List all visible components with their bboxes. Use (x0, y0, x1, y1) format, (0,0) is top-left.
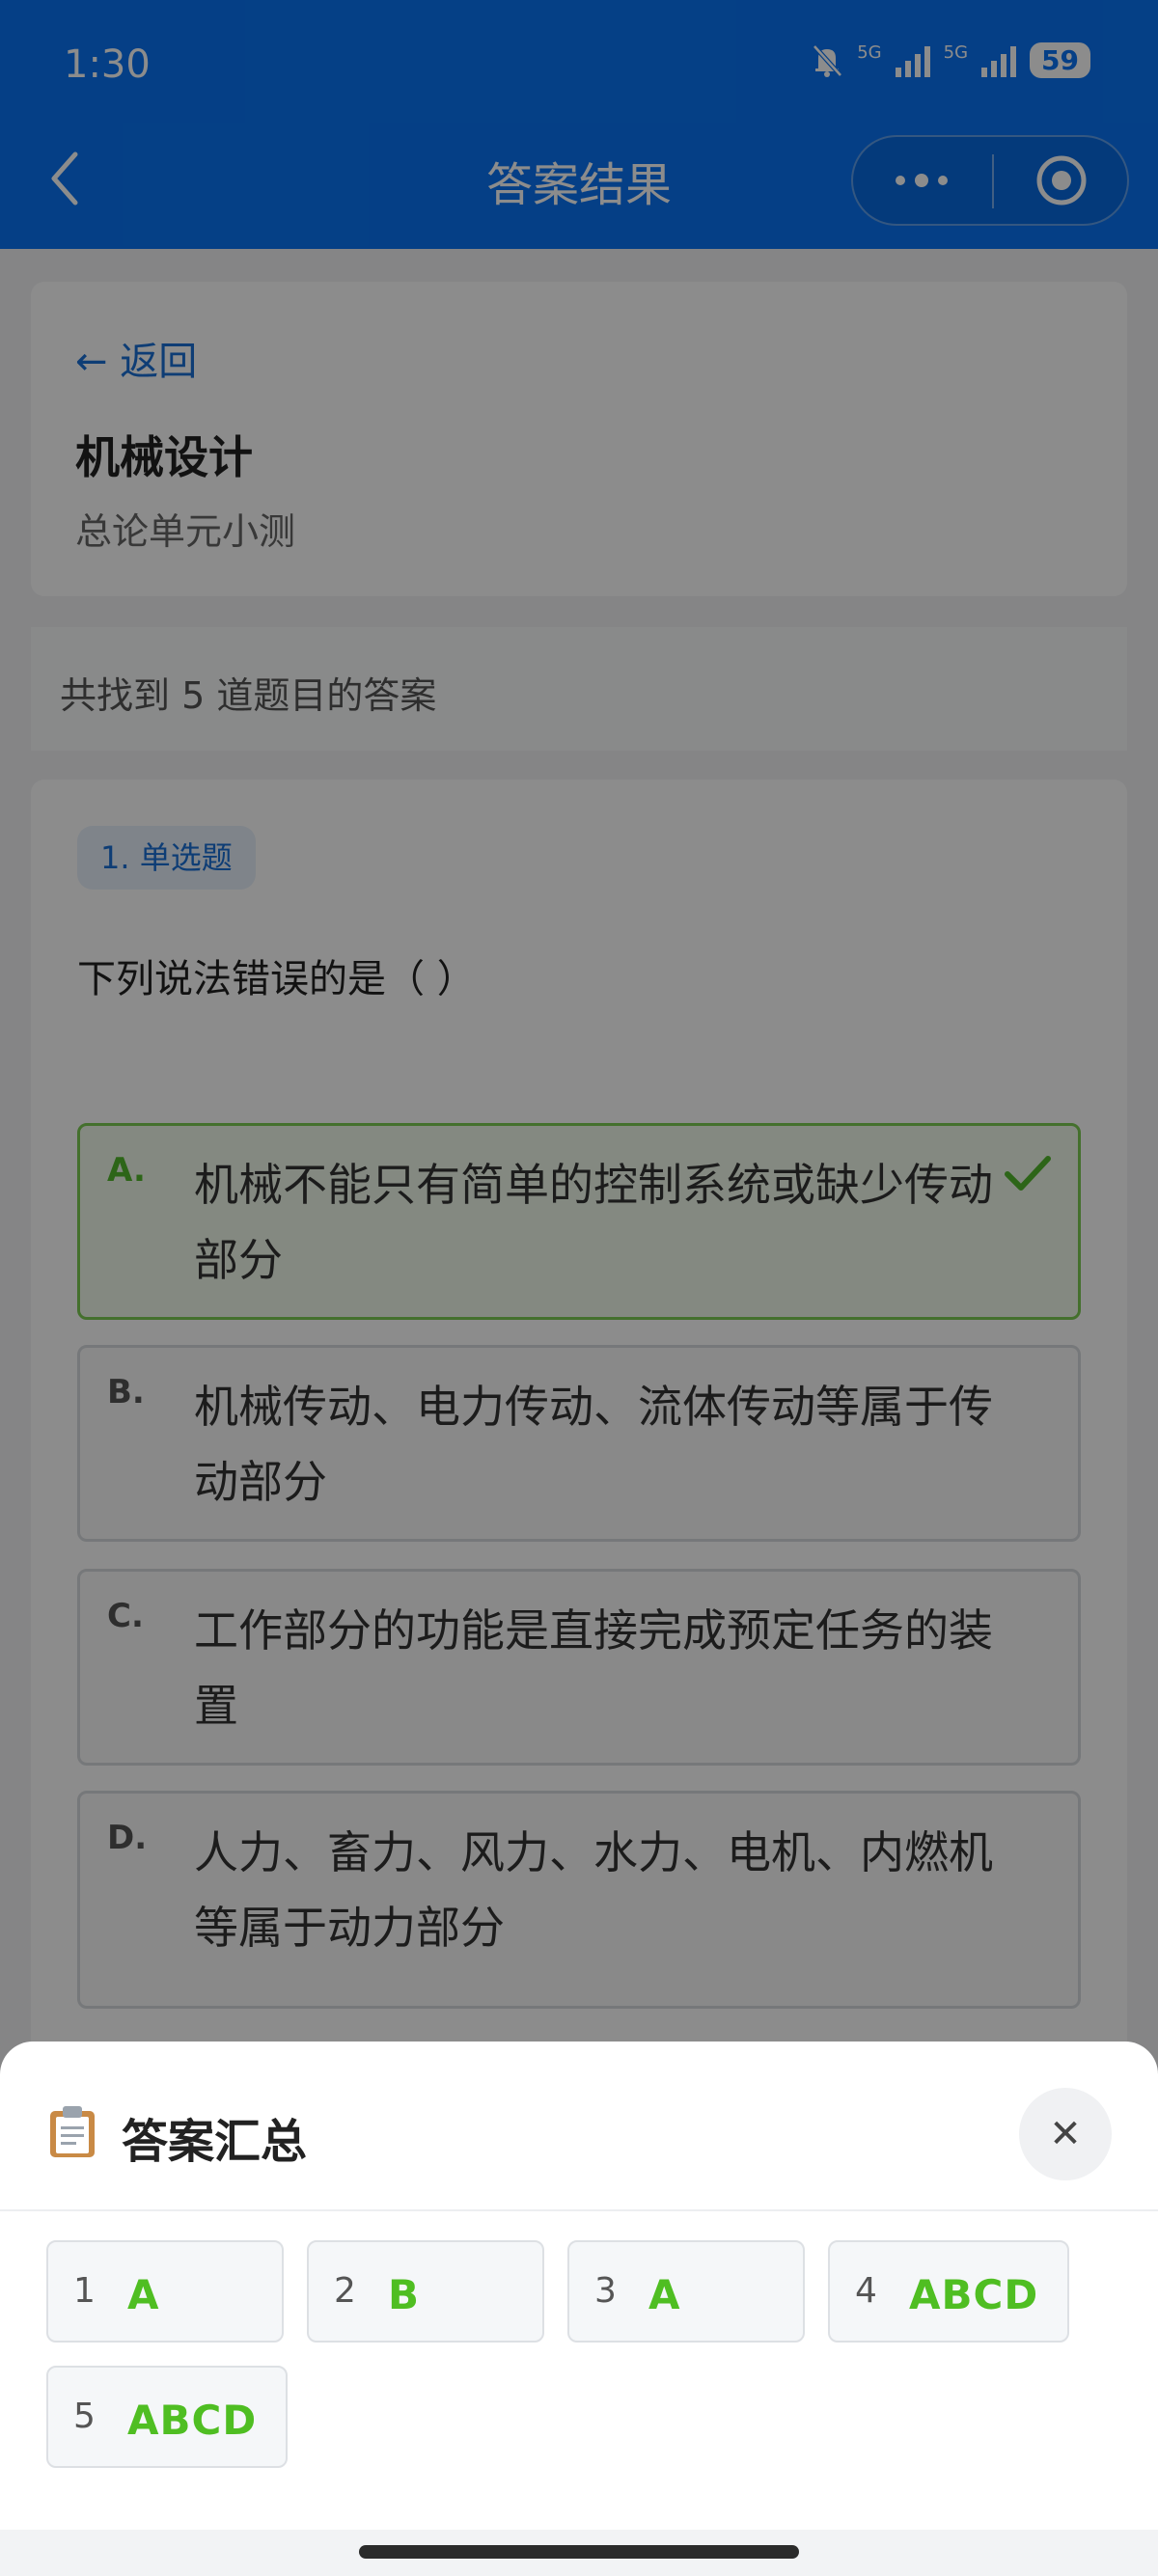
answer-value: A (648, 2271, 681, 2318)
answer-number: 2 (334, 2271, 356, 2311)
home-indicator[interactable] (359, 2545, 799, 2559)
answer-number: 4 (855, 2271, 877, 2311)
answer-number: 3 (594, 2271, 617, 2311)
answer-value: B (388, 2271, 421, 2318)
answer-chip-5[interactable]: 5 ABCD (46, 2366, 288, 2468)
answer-chip-2[interactable]: 2 B (307, 2240, 544, 2343)
answer-chip-4[interactable]: 4 ABCD (828, 2240, 1069, 2343)
sheet-divider (0, 2209, 1158, 2211)
close-icon[interactable]: ✕ (1019, 2088, 1112, 2180)
answer-chip-1[interactable]: 1 A (46, 2240, 284, 2343)
answer-value: ABCD (909, 2271, 1039, 2318)
answer-number: 1 (73, 2271, 96, 2311)
answer-chip-3[interactable]: 3 A (567, 2240, 805, 2343)
answer-value: ABCD (127, 2397, 258, 2444)
answer-value: A (127, 2271, 160, 2318)
sheet-title: 答案汇总 (122, 2115, 308, 2169)
clipboard-icon (46, 2103, 98, 2159)
answer-number: 5 (73, 2397, 96, 2436)
